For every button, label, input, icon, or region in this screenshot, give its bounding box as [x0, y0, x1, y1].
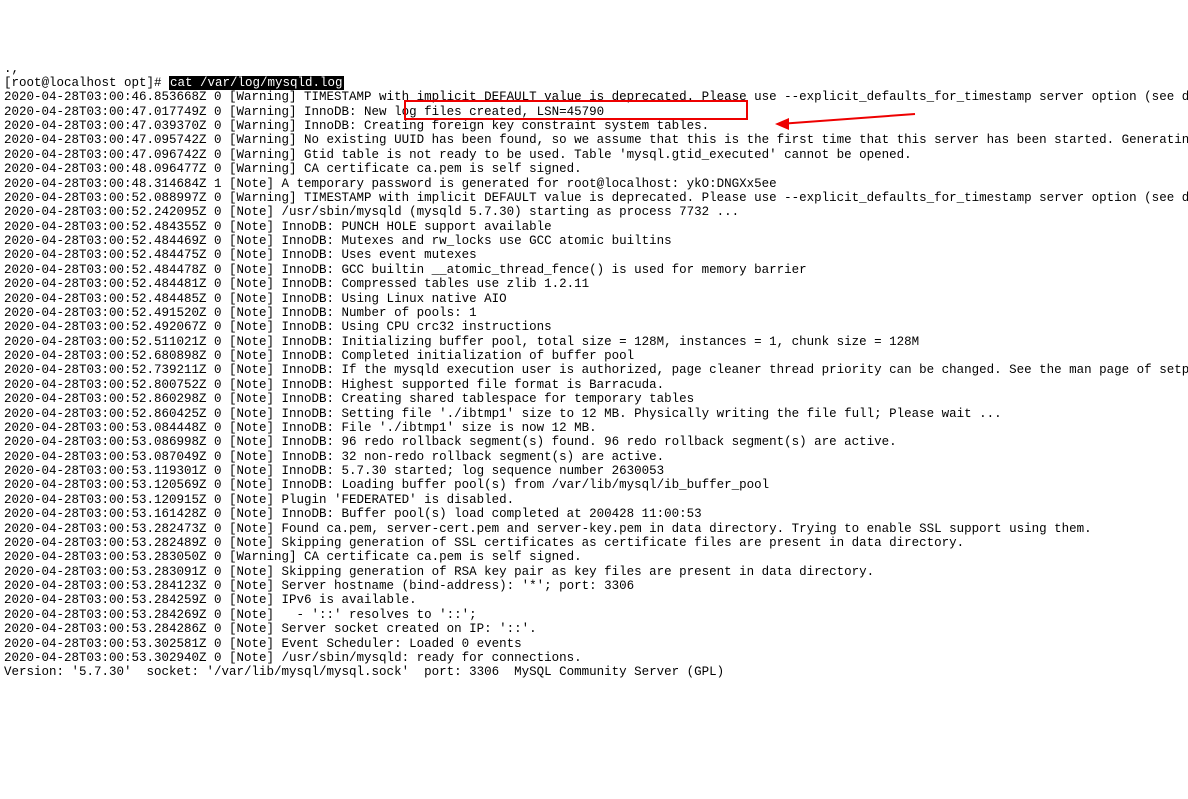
- log-line: 2020-04-28T03:00:52.739211Z 0 [Note] Inn…: [4, 363, 1184, 377]
- log-line: 2020-04-28T03:00:53.282473Z 0 [Note] Fou…: [4, 522, 1184, 536]
- command-highlight: cat /var/log/mysqld.log: [169, 76, 344, 90]
- log-line: 2020-04-28T03:00:53.284259Z 0 [Note] IPv…: [4, 593, 1184, 607]
- log-line: 2020-04-28T03:00:48.096477Z 0 [Warning] …: [4, 162, 1184, 176]
- log-line: 2020-04-28T03:00:52.088997Z 0 [Warning] …: [4, 191, 1184, 205]
- log-line: 2020-04-28T03:00:47.096742Z 0 [Warning] …: [4, 148, 1184, 162]
- log-line: 2020-04-28T03:00:52.484355Z 0 [Note] Inn…: [4, 220, 1184, 234]
- log-line: 2020-04-28T03:00:53.284269Z 0 [Note] - '…: [4, 608, 1184, 622]
- log-line: 2020-04-28T03:00:53.084448Z 0 [Note] Inn…: [4, 421, 1184, 435]
- log-line: 2020-04-28T03:00:47.095742Z 0 [Warning] …: [4, 133, 1184, 147]
- log-line: 2020-04-28T03:00:53.086998Z 0 [Note] Inn…: [4, 435, 1184, 449]
- log-line: 2020-04-28T03:00:52.492067Z 0 [Note] Inn…: [4, 320, 1184, 334]
- prompt-prefix: [root@localhost opt]#: [4, 76, 169, 90]
- log-line: 2020-04-28T03:00:53.302581Z 0 [Note] Eve…: [4, 637, 1184, 651]
- log-line: 2020-04-28T03:00:52.484475Z 0 [Note] Inn…: [4, 248, 1184, 262]
- log-line: 2020-04-28T03:00:52.680898Z 0 [Note] Inn…: [4, 349, 1184, 363]
- shell-prompt: [root@localhost opt]# cat /var/log/mysql…: [4, 76, 1184, 90]
- log-line: 2020-04-28T03:00:47.017749Z 0 [Warning] …: [4, 105, 1184, 119]
- log-line: 2020-04-28T03:00:52.491520Z 0 [Note] Inn…: [4, 306, 1184, 320]
- log-line: 2020-04-28T03:00:53.119301Z 0 [Note] Inn…: [4, 464, 1184, 478]
- log-line: 2020-04-28T03:00:48.314684Z 1 [Note] A t…: [4, 177, 1184, 191]
- log-line: 2020-04-28T03:00:52.860298Z 0 [Note] Inn…: [4, 392, 1184, 406]
- log-line: 2020-04-28T03:00:53.161428Z 0 [Note] Inn…: [4, 507, 1184, 521]
- log-line: 2020-04-28T03:00:46.853668Z 0 [Warning] …: [4, 90, 1184, 104]
- log-output: 2020-04-28T03:00:46.853668Z 0 [Warning] …: [4, 90, 1184, 679]
- log-line: 2020-04-28T03:00:53.120569Z 0 [Note] Inn…: [4, 478, 1184, 492]
- log-line: 2020-04-28T03:00:53.283050Z 0 [Warning] …: [4, 550, 1184, 564]
- log-line: 2020-04-28T03:00:52.860425Z 0 [Note] Inn…: [4, 407, 1184, 421]
- log-line: 2020-04-28T03:00:53.120915Z 0 [Note] Plu…: [4, 493, 1184, 507]
- log-line: 2020-04-28T03:00:52.484478Z 0 [Note] Inn…: [4, 263, 1184, 277]
- log-line: 2020-04-28T03:00:52.484469Z 0 [Note] Inn…: [4, 234, 1184, 248]
- log-line: 2020-04-28T03:00:53.302940Z 0 [Note] /us…: [4, 651, 1184, 665]
- log-line: 2020-04-28T03:00:52.511021Z 0 [Note] Inn…: [4, 335, 1184, 349]
- log-line: 2020-04-28T03:00:52.800752Z 0 [Note] Inn…: [4, 378, 1184, 392]
- log-line: 2020-04-28T03:00:53.087049Z 0 [Note] Inn…: [4, 450, 1184, 464]
- log-line: 2020-04-28T03:00:53.282489Z 0 [Note] Ski…: [4, 536, 1184, 550]
- log-line: Version: '5.7.30' socket: '/var/lib/mysq…: [4, 665, 1184, 679]
- top-fragment: .,: [4, 62, 1184, 76]
- log-line: 2020-04-28T03:00:53.283091Z 0 [Note] Ski…: [4, 565, 1184, 579]
- log-line: 2020-04-28T03:00:53.284286Z 0 [Note] Ser…: [4, 622, 1184, 636]
- log-line: 2020-04-28T03:00:47.039370Z 0 [Warning] …: [4, 119, 1184, 133]
- log-line: 2020-04-28T03:00:52.242095Z 0 [Note] /us…: [4, 205, 1184, 219]
- log-line: 2020-04-28T03:00:52.484485Z 0 [Note] Inn…: [4, 292, 1184, 306]
- log-line: 2020-04-28T03:00:53.284123Z 0 [Note] Ser…: [4, 579, 1184, 593]
- log-line: 2020-04-28T03:00:52.484481Z 0 [Note] Inn…: [4, 277, 1184, 291]
